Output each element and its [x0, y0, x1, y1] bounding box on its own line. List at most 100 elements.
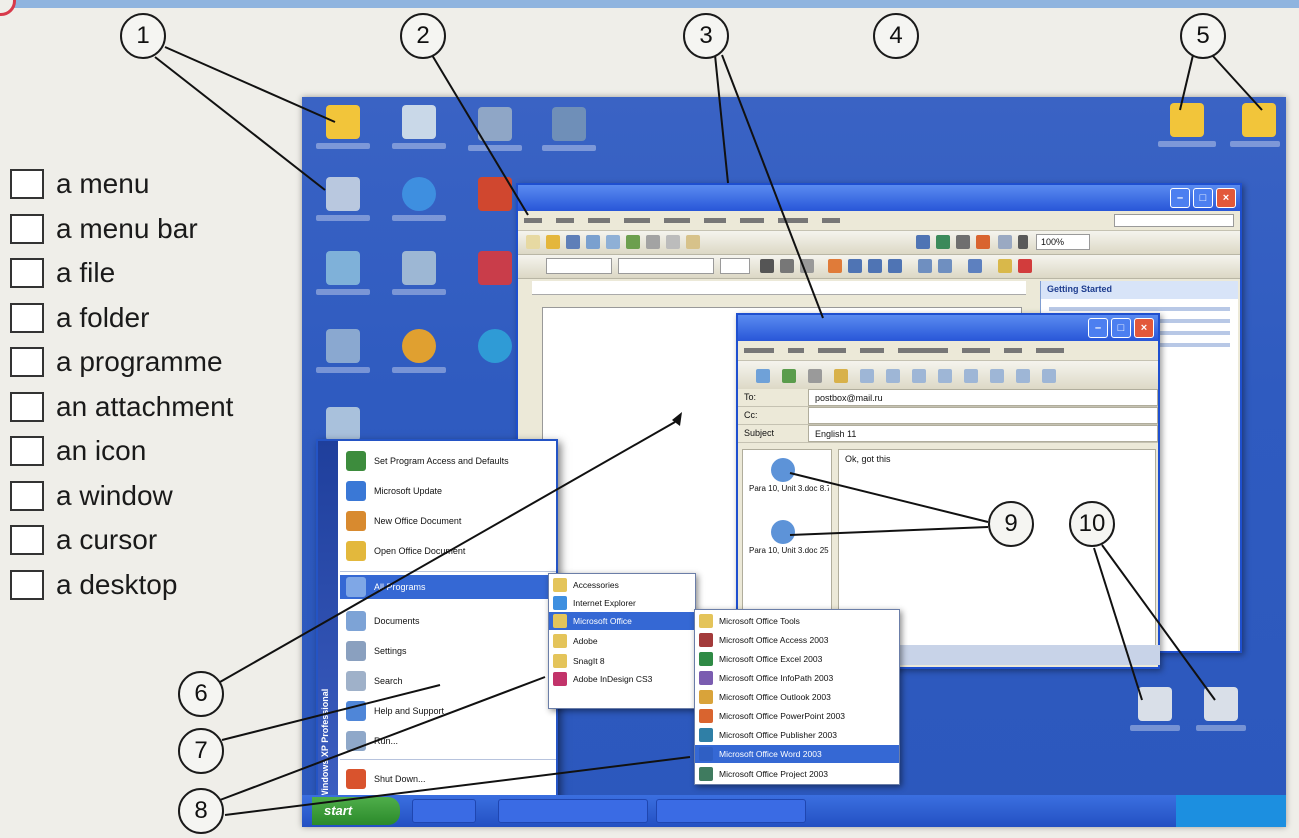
- start-item[interactable]: Documents: [346, 609, 420, 633]
- align-icon[interactable]: [828, 259, 842, 273]
- submenu-item[interactable]: Accessories: [549, 576, 695, 594]
- offline-icon[interactable]: [1042, 369, 1056, 383]
- start-item[interactable]: Open Office Document: [346, 539, 465, 563]
- cc-field[interactable]: [808, 407, 1158, 424]
- menu-item[interactable]: [860, 348, 884, 353]
- columns-icon[interactable]: [956, 235, 970, 249]
- word-title-bar[interactable]: – □ ×: [518, 185, 1240, 211]
- file-icon[interactable]: [1204, 687, 1238, 721]
- print-icon[interactable]: [586, 235, 600, 249]
- to-field[interactable]: postbox@mail.ru: [808, 389, 1158, 406]
- folder-icon[interactable]: [1242, 103, 1276, 137]
- start-item[interactable]: Run...: [346, 729, 398, 753]
- submenu-item[interactable]: Microsoft Office InfoPath 2003: [695, 669, 899, 687]
- email-title-bar[interactable]: – □ ×: [738, 315, 1158, 341]
- submenu-item[interactable]: Internet Explorer: [549, 594, 695, 612]
- menu-item[interactable]: [818, 348, 846, 353]
- maximize-icon[interactable]: □: [1193, 188, 1213, 208]
- start-item[interactable]: Set Program Access and Defaults: [346, 449, 509, 473]
- send-icon[interactable]: [756, 369, 770, 383]
- drawing-icon[interactable]: [976, 235, 990, 249]
- paste-icon[interactable]: [686, 235, 700, 249]
- attachment-name[interactable]: Para 10, Unit 3.doc 256: [749, 546, 829, 555]
- encrypt-icon[interactable]: [1016, 369, 1030, 383]
- pilcrow-icon[interactable]: [1018, 235, 1028, 249]
- paste-icon[interactable]: [834, 369, 848, 383]
- style-select[interactable]: [546, 258, 612, 274]
- menu-item[interactable]: [1004, 348, 1022, 353]
- submenu-item[interactable]: Adobe InDesign CS3: [549, 670, 695, 688]
- menu-item[interactable]: [744, 348, 774, 353]
- font-color-icon[interactable]: [1018, 259, 1032, 273]
- recycle-bin-icon[interactable]: [402, 105, 436, 139]
- start-item[interactable]: Search: [346, 669, 403, 693]
- formatting-toolbar[interactable]: [518, 255, 1240, 279]
- network-icon[interactable]: [478, 107, 512, 141]
- maximize-icon[interactable]: □: [1111, 318, 1131, 338]
- minimize-icon[interactable]: –: [1170, 188, 1190, 208]
- email-menu-bar[interactable]: [738, 341, 1158, 361]
- submenu-item[interactable]: SnagIt 8: [549, 652, 695, 670]
- email-toolbar[interactable]: [738, 361, 1158, 391]
- submenu-item[interactable]: Microsoft Office Access 2003: [695, 631, 899, 649]
- start-item[interactable]: Settings: [346, 639, 407, 663]
- menu-item[interactable]: [778, 218, 808, 223]
- submenu-item[interactable]: Microsoft Office PowerPoint 2003: [695, 707, 899, 725]
- bold-icon[interactable]: [760, 259, 774, 273]
- minimize-icon[interactable]: –: [1088, 318, 1108, 338]
- folder-icon[interactable]: [1170, 103, 1204, 137]
- program-icon[interactable]: [326, 329, 360, 363]
- font-select[interactable]: [618, 258, 714, 274]
- checkbox[interactable]: [10, 480, 44, 511]
- submenu-item[interactable]: Microsoft Office Outlook 2003: [695, 688, 899, 706]
- submenu-item[interactable]: Microsoft Office Tools: [695, 612, 899, 630]
- checkbox[interactable]: [10, 436, 44, 467]
- zoom-select[interactable]: 100%: [1036, 234, 1090, 250]
- standard-toolbar[interactable]: 100%: [518, 231, 1240, 255]
- quick-launch[interactable]: [412, 799, 476, 823]
- menu-item[interactable]: [624, 218, 650, 223]
- submenu-item-office[interactable]: Microsoft Office: [549, 612, 695, 630]
- ruler[interactable]: [532, 281, 1026, 295]
- start-item[interactable]: New Office Document: [346, 509, 461, 533]
- table-icon[interactable]: [916, 235, 930, 249]
- underline-icon[interactable]: [800, 259, 814, 273]
- indent-icon[interactable]: [968, 259, 982, 273]
- attachment-icon[interactable]: [771, 458, 795, 482]
- copy-icon[interactable]: [666, 235, 680, 249]
- start-button[interactable]: start: [312, 797, 400, 825]
- bullets-icon[interactable]: [938, 259, 952, 273]
- copy-icon[interactable]: [808, 369, 822, 383]
- priority-icon[interactable]: [964, 369, 978, 383]
- menu-item[interactable]: [524, 218, 542, 223]
- program-icon[interactable]: [402, 251, 436, 285]
- program-icon[interactable]: [552, 107, 586, 141]
- new-icon[interactable]: [526, 235, 540, 249]
- start-item[interactable]: Help and Support: [346, 699, 444, 723]
- align-right-icon[interactable]: [868, 259, 882, 273]
- doc-map-icon[interactable]: [998, 235, 1012, 249]
- media-player-icon[interactable]: [402, 329, 436, 363]
- attachment-icon[interactable]: [771, 520, 795, 544]
- check-names-icon[interactable]: [886, 369, 900, 383]
- menu-item[interactable]: [704, 218, 726, 223]
- sign-icon[interactable]: [990, 369, 1004, 383]
- program-icon[interactable]: [478, 251, 512, 285]
- align-center-icon[interactable]: [848, 259, 862, 273]
- save-icon[interactable]: [566, 235, 580, 249]
- program-icon[interactable]: [478, 329, 512, 363]
- checkbox[interactable]: [10, 525, 44, 556]
- taskbar-button[interactable]: [498, 799, 648, 823]
- checkbox[interactable]: [10, 391, 44, 422]
- internet-explorer-icon[interactable]: [402, 177, 436, 211]
- menu-item[interactable]: [556, 218, 574, 223]
- submenu-item[interactable]: Microsoft Office Excel 2003: [695, 650, 899, 668]
- menu-item[interactable]: [788, 348, 804, 353]
- checkbox[interactable]: [10, 302, 44, 333]
- submenu-item[interactable]: Adobe: [549, 632, 695, 650]
- attachment-name[interactable]: Para 10, Unit 3.doc 8.75: [749, 484, 829, 493]
- menu-item[interactable]: [962, 348, 990, 353]
- help-search-input[interactable]: [1114, 214, 1234, 227]
- open-icon[interactable]: [546, 235, 560, 249]
- highlight-icon[interactable]: [998, 259, 1012, 273]
